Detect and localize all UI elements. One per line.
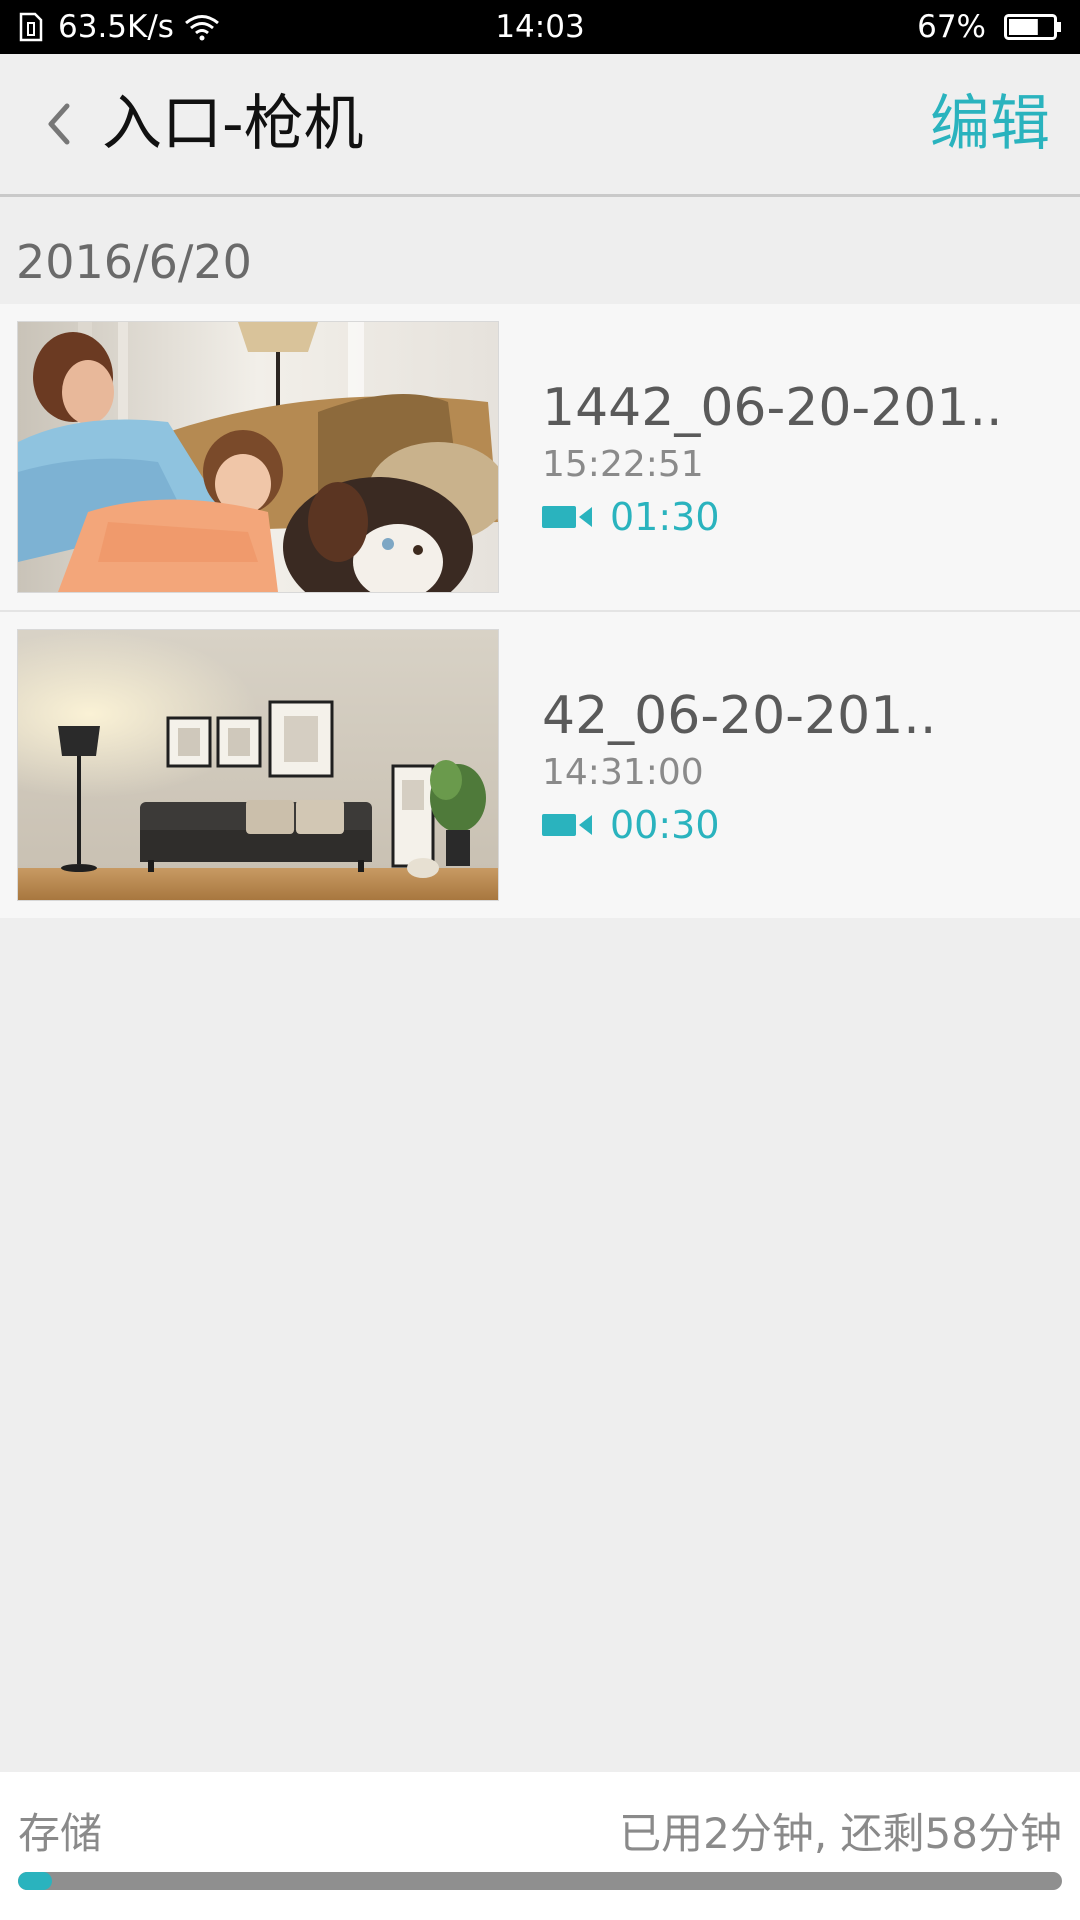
recording-name: 42_06-20-201..	[542, 686, 937, 746]
recording-time: 15:22:51	[542, 444, 704, 485]
video-camera-icon	[542, 506, 592, 528]
status-right: 67%	[917, 0, 1062, 54]
battery-icon	[1004, 14, 1061, 40]
back-button[interactable]	[28, 94, 88, 154]
recording-name: 1442_06-20-201..	[542, 378, 1003, 438]
recording-info: 42_06-20-201.. 14:31:00 00:30	[542, 684, 1062, 850]
recording-duration: 01:30	[542, 492, 1062, 542]
video-camera-icon	[542, 814, 592, 836]
storage-progress-bar	[18, 1872, 1062, 1890]
status-bar: 63.5K/s 14:03 67%	[0, 0, 1080, 54]
back-chevron-icon	[48, 103, 70, 145]
family-photo-thumbnail	[18, 322, 498, 592]
recording-list: 1442_06-20-201.. 15:22:51 01:30 42_06-20…	[0, 304, 1080, 918]
recording-time: 14:31:00	[542, 752, 704, 793]
living-room-thumbnail	[18, 630, 498, 900]
recording-thumbnail	[17, 629, 499, 901]
recording-info: 1442_06-20-201.. 15:22:51 01:30	[542, 376, 1062, 542]
edit-button[interactable]: 编辑	[930, 88, 1050, 160]
recording-item[interactable]: 1442_06-20-201.. 15:22:51 01:30	[0, 304, 1080, 610]
header-bar: 入口-枪机 编辑	[0, 54, 1080, 197]
duration-value: 00:30	[610, 803, 720, 847]
date-group-label: 2016/6/20	[16, 235, 252, 289]
page-title: 入口-枪机	[102, 89, 364, 159]
storage-status: 已用2分钟, 还剩58分钟	[619, 1809, 1062, 1858]
recording-duration: 00:30	[542, 800, 1062, 850]
recording-item[interactable]: 42_06-20-201.. 14:31:00 00:30	[0, 610, 1080, 918]
storage-progress-fill	[18, 1872, 53, 1890]
battery-percent: 67%	[917, 9, 986, 45]
recording-thumbnail	[17, 321, 499, 593]
storage-panel: 存储 已用2分钟, 还剩58分钟	[0, 1772, 1080, 1920]
storage-label: 存储	[18, 1809, 103, 1858]
duration-value: 01:30	[610, 495, 720, 539]
